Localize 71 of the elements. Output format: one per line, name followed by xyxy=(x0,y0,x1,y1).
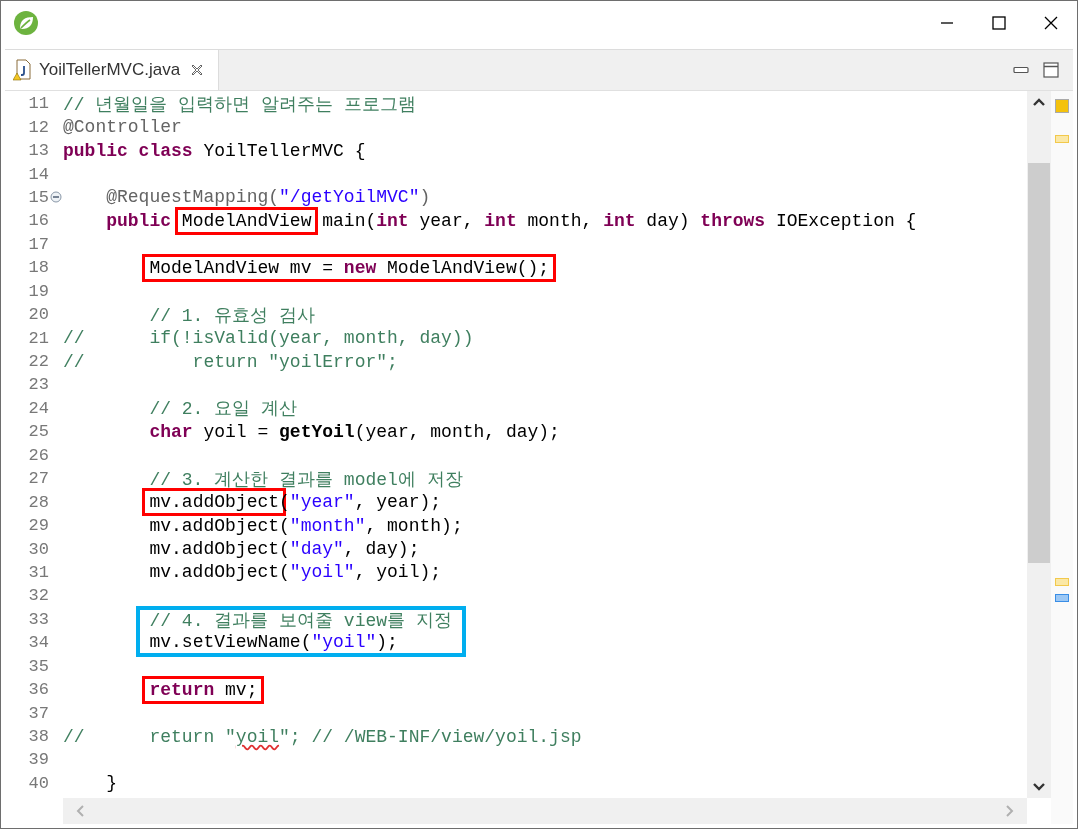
close-icon xyxy=(1044,16,1058,30)
line-number: 40 xyxy=(28,773,49,793)
maximize-view-button[interactable] xyxy=(1043,62,1059,78)
code-line: mv.addObject("yoil", yoil); xyxy=(148,562,442,583)
code-line: // if(!isValid(year, month, day)) xyxy=(63,328,474,349)
leaf-logo-icon xyxy=(13,10,39,36)
highlighted-code: return mv; xyxy=(142,675,265,704)
code-line: // return "yoilError"; xyxy=(63,351,398,372)
line-number: 22 xyxy=(28,352,49,372)
code-line: @RequestMapping("/getYoilMVC") xyxy=(105,187,431,208)
code-line: char yoil = getYoil(year, month, day); xyxy=(148,421,560,442)
minimize-view-button[interactable] xyxy=(1013,66,1029,74)
code-line: mv.setViewName("yoil"); xyxy=(149,631,398,652)
misspelled-word: yoil xyxy=(235,726,280,747)
code-line: // 1. 유효성 검사 xyxy=(148,304,316,327)
code-line: mv.addObject("month", month); xyxy=(148,515,463,536)
line-number: 33 xyxy=(28,609,49,629)
line-number: 15 xyxy=(28,187,49,207)
minimize-icon xyxy=(940,21,954,25)
close-tab-icon[interactable] xyxy=(190,63,205,77)
code-text: "; // /WEB-INF/view/yoil.jsp xyxy=(279,726,582,747)
highlighted-code: ModelAndView mv = new ModelAndView(); xyxy=(142,253,557,282)
code-line: @Controller xyxy=(63,117,182,138)
line-number: 24 xyxy=(28,398,49,418)
code-text: main(int year, int month, int day) throws IOException { xyxy=(321,210,917,231)
line-number: 27 xyxy=(28,469,49,489)
maximize-view-icon xyxy=(1043,62,1059,78)
code-line: // 4. 결과를 보여줄 view를 지정 xyxy=(149,610,452,633)
scroll-thumb[interactable] xyxy=(1028,163,1050,563)
line-number: 18 xyxy=(28,258,49,278)
line-number: 38 xyxy=(28,727,49,747)
code-line: mv.addObject("day", day); xyxy=(148,539,420,560)
line-number: 35 xyxy=(28,656,49,676)
line-number: 37 xyxy=(28,703,49,723)
code-text: public xyxy=(105,210,173,231)
code-line: // 년월일을 입력하면 알려주는 프로그램 xyxy=(63,93,416,116)
java-file-icon xyxy=(13,59,33,81)
code-text: // return " xyxy=(63,726,236,747)
line-number: 21 xyxy=(28,328,49,348)
line-number: 30 xyxy=(28,539,49,559)
warning-marker-icon[interactable] xyxy=(1055,578,1069,586)
line-number: 17 xyxy=(28,234,49,254)
occurrence-marker-icon[interactable] xyxy=(1055,594,1069,602)
warning-marker-icon[interactable] xyxy=(1055,135,1069,143)
line-number: 11 xyxy=(28,94,49,114)
maximize-icon xyxy=(992,16,1006,30)
line-number: 19 xyxy=(28,281,49,301)
minimize-view-icon xyxy=(1013,66,1029,74)
line-number: 12 xyxy=(28,117,49,137)
code-text: ("year", year); xyxy=(279,492,442,513)
line-number: 29 xyxy=(28,516,49,536)
code-line: // 3. 계산한 결과를 model에 저장 xyxy=(148,468,463,491)
editor-tab[interactable]: YoilTellerMVC.java xyxy=(5,50,220,90)
line-number: 32 xyxy=(28,586,49,606)
line-number: 13 xyxy=(28,141,49,161)
line-number: 34 xyxy=(28,633,49,653)
line-number: 28 xyxy=(28,492,49,512)
line-number: 39 xyxy=(28,750,49,770)
collapse-icon[interactable] xyxy=(50,191,62,204)
line-number: 26 xyxy=(28,445,49,465)
line-number: 31 xyxy=(28,562,49,582)
line-number: 14 xyxy=(28,164,49,184)
code-line: // 2. 요일 계산 xyxy=(148,398,298,421)
code-line: } xyxy=(105,773,117,794)
highlighted-code: ModelAndView xyxy=(174,206,319,235)
line-number: 20 xyxy=(28,305,49,325)
code-line: public class YoilTellerMVC { xyxy=(63,140,366,161)
line-number: 25 xyxy=(28,422,49,442)
line-number: 36 xyxy=(28,680,49,700)
line-number: 16 xyxy=(28,211,49,231)
line-number: 23 xyxy=(28,375,49,395)
